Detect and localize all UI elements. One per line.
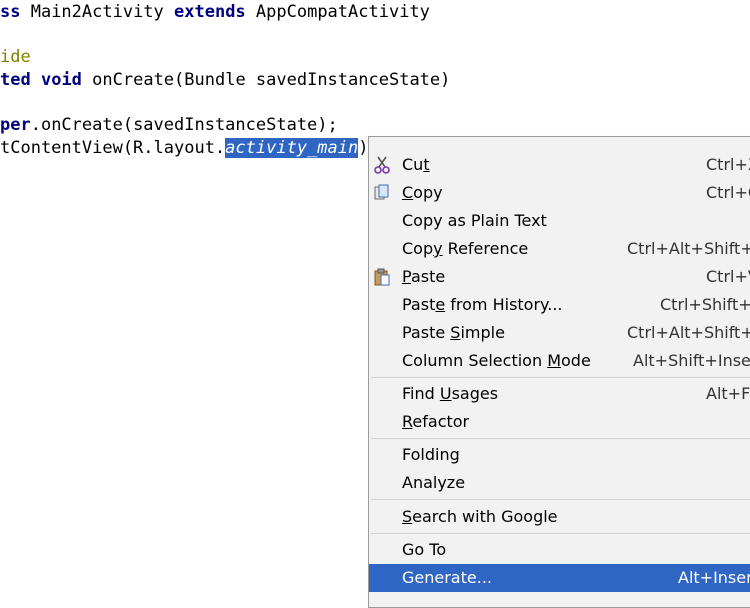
menu-item-paste[interactable]: Paste Ctrl+V <box>369 263 750 291</box>
menu-item-paste-from-history[interactable]: Paste from History... Ctrl+Shift+V <box>369 291 750 319</box>
menu-item-find-usages[interactable]: Find Usages Alt+F7 <box>369 380 750 408</box>
menu-item-label: Go To <box>402 540 447 559</box>
superclass-name: AppCompatActivity <box>245 2 430 22</box>
menu-item-label: Copy <box>402 183 443 202</box>
code-line-class-declaration: ss Main2Activity extends AppCompatActivi… <box>0 0 430 24</box>
shortcut-label: Ctrl+V <box>706 267 750 286</box>
keyword-super: per <box>0 115 31 135</box>
shortcut-label: Ctrl+Alt+Shift+V <box>627 323 750 342</box>
shortcut-label: Ctrl+Shift+V <box>660 295 750 314</box>
menu-item-label: Analyze <box>402 473 466 492</box>
menu-item-generate[interactable]: Generate... Alt+Insert <box>369 564 750 592</box>
menu-item-paste-simple[interactable]: Paste Simple Ctrl+Alt+Shift+V <box>369 319 750 347</box>
menu-item-copy[interactable]: Copy Ctrl+C <box>369 179 750 207</box>
super-call-text: .onCreate(savedInstanceState); <box>30 115 338 135</box>
menu-item-label: Copy Reference <box>402 239 529 258</box>
menu-item-label: Find Usages <box>402 384 499 403</box>
keyword-protected: ted <box>0 70 31 90</box>
override-annotation: ide <box>0 47 31 67</box>
set-content-view-text: tContentView(R.layout. <box>0 138 226 158</box>
menu-item-folding[interactable]: Folding <box>369 441 750 469</box>
menu-item-label: Folding <box>402 445 460 464</box>
menu-item-column-selection-mode[interactable]: Column Selection Mode Alt+Shift+Insert <box>369 347 750 375</box>
scissors-icon <box>374 156 390 174</box>
method-signature: onCreate(Bundle savedInstanceState) <box>81 70 451 90</box>
code-line-method-signature: ted void onCreate(Bundle savedInstanceSt… <box>0 68 450 92</box>
menu-separator <box>371 377 750 378</box>
menu-item-search-with-google[interactable]: Search with Google <box>369 503 750 531</box>
menu-item-go-to[interactable]: Go To <box>369 536 750 564</box>
selected-text[interactable]: activity_main <box>225 138 359 158</box>
menu-item-label: Paste Simple <box>402 323 505 342</box>
keyword-void: void <box>40 70 82 90</box>
menu-item-label: Paste from History... <box>402 295 563 314</box>
shortcut-label: Alt+F7 <box>706 384 750 403</box>
menu-item-cut[interactable]: Cut Ctrl+X <box>369 151 750 179</box>
keyword-extends: extends <box>174 2 246 22</box>
class-name: Main2Activity <box>20 2 175 22</box>
code-line-super-call: per.onCreate(savedInstanceState); <box>0 113 338 137</box>
menu-item-label: Paste <box>402 267 446 286</box>
menu-item-refactor[interactable]: Refactor <box>369 408 750 436</box>
code-line-set-content-view: tContentView(R.layout.activity_main); <box>0 136 379 160</box>
menu-item-analyze[interactable]: Analyze <box>369 469 750 497</box>
menu-item-copy-reference[interactable]: Copy Reference Ctrl+Alt+Shift+C <box>369 235 750 263</box>
menu-separator <box>371 499 750 500</box>
menu-item-label: Refactor <box>402 412 470 431</box>
menu-item-label: Cut <box>402 155 430 174</box>
context-menu: Cut Ctrl+X Copy Ctrl+C Copy as Plain Tex… <box>368 136 750 608</box>
copy-icon <box>374 184 389 200</box>
menu-separator <box>371 438 750 439</box>
menu-item-copy-as-plain-text[interactable]: Copy as Plain Text <box>369 207 750 235</box>
keyword-class: ss <box>0 2 21 22</box>
shortcut-label: Alt+Shift+Insert <box>633 351 750 370</box>
menu-item-label: Generate... <box>402 568 492 587</box>
shortcut-label: Ctrl+C <box>706 183 750 202</box>
shortcut-label: Ctrl+Alt+Shift+C <box>627 239 750 258</box>
shortcut-label: Ctrl+X <box>706 155 750 174</box>
paste-icon <box>374 268 390 286</box>
code-line-annotation: ide <box>0 45 31 69</box>
shortcut-label: Alt+Insert <box>678 568 750 587</box>
menu-item-label: Search with Google <box>402 507 558 526</box>
menu-separator <box>371 533 750 534</box>
menu-item-label: Column Selection Mode <box>402 351 591 370</box>
menu-item-label: Copy as Plain Text <box>402 211 547 230</box>
